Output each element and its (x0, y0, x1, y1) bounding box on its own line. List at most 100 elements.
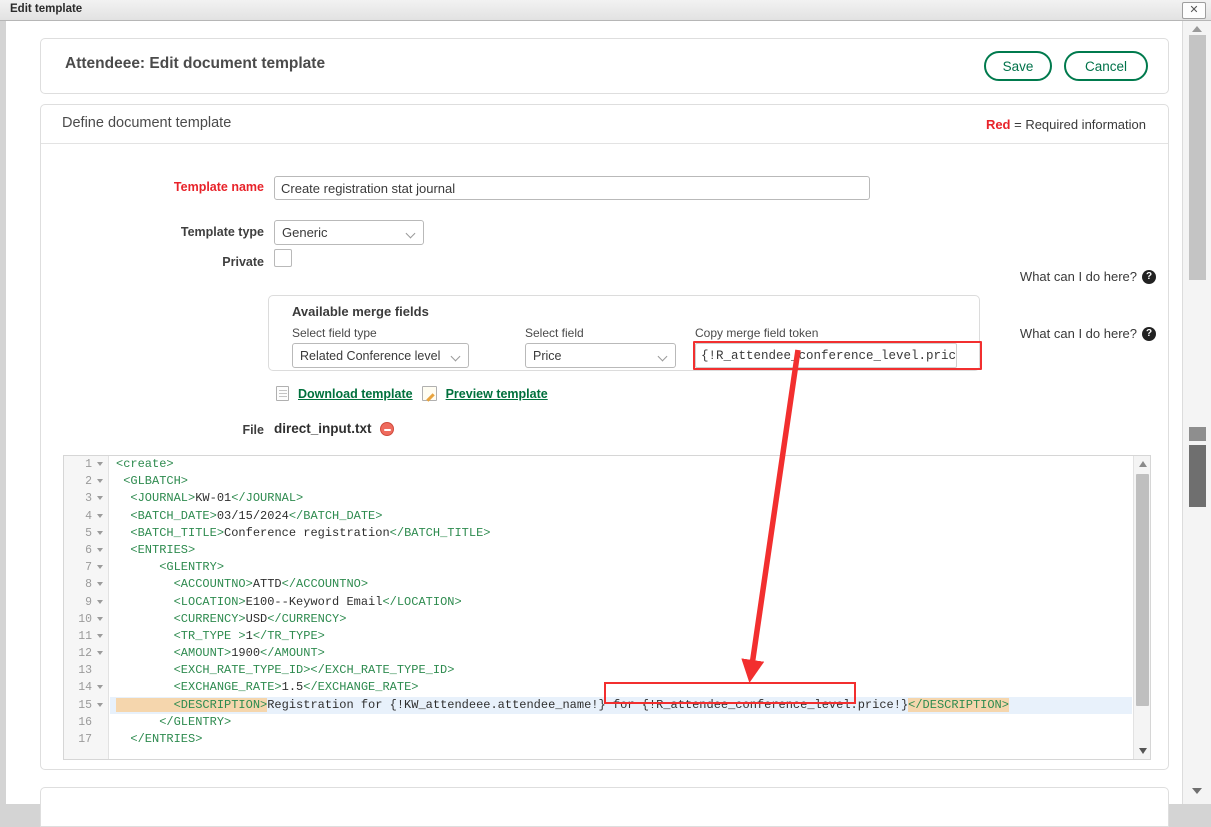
code-token: <GLENTRY> (116, 560, 225, 575)
editor-code-line[interactable]: <ACCOUNTNO>ATTD</ACCOUNTNO> (110, 576, 1132, 593)
fold-caret-icon[interactable] (97, 513, 103, 518)
field-type-value: Related Conference level (300, 348, 441, 363)
code-token: <BATCH_DATE> (116, 508, 217, 523)
code-token: <ACCOUNTNO> (116, 577, 253, 592)
editor-code-lines[interactable]: <create> <GLBATCH> <JOURNAL>KW-01</JOURN… (110, 456, 1132, 759)
help-link-merge[interactable]: What can I do here? ? (1020, 326, 1156, 341)
merge-field-token-input[interactable]: {!R_attendee_conference_level.price!} (695, 343, 957, 368)
fold-caret-icon[interactable] (97, 599, 103, 604)
editor-line-number: 10 (64, 611, 108, 628)
fold-caret-icon[interactable] (97, 685, 103, 690)
pencil-document-icon (421, 386, 437, 401)
page-scrollbar-thumb-inner-cap[interactable] (1189, 427, 1206, 441)
code-token: <EXCHANGE_RATE> (116, 680, 282, 695)
editor-code-line[interactable]: <BATCH_TITLE>Conference registration</BA… (110, 525, 1132, 542)
page-area: Attendeee: Edit document template Save C… (0, 21, 1211, 827)
file-label: File (242, 423, 264, 437)
fold-caret-icon[interactable] (97, 530, 103, 535)
editor-line-number: 4 (64, 508, 108, 525)
code-token: <EXCH_RATE_TYPE_ID></EXCH_RATE_TYPE_ID> (116, 663, 455, 678)
chevron-down-icon (405, 228, 416, 239)
template-code-editor[interactable]: 1 2 3 4 5 6 7 8 9 10 11 12 13 14 15 16 17 <create> <GLBA… (63, 455, 1151, 760)
editor-line-number: 17 (78, 733, 92, 746)
editor-line-number: 9 (64, 594, 108, 611)
preview-template-link[interactable]: Preview template (446, 387, 548, 401)
scroll-down-icon[interactable] (1138, 748, 1147, 754)
fold-caret-icon[interactable] (97, 702, 103, 707)
copy-merge-field-token-label: Copy merge field token (695, 326, 819, 340)
next-section-card (40, 787, 1169, 827)
define-template-card: Define document template Red = Required … (40, 104, 1169, 770)
editor-code-line[interactable]: <EXCH_RATE_TYPE_ID></EXCH_RATE_TYPE_ID> (110, 662, 1132, 679)
fold-caret-icon[interactable] (97, 651, 103, 656)
editor-code-line[interactable]: </ENTRIES> (110, 731, 1132, 748)
window-titlebar: Edit template ✕ (0, 0, 1211, 21)
select-field-type-dropdown[interactable]: Related Conference level (292, 343, 469, 368)
fold-caret-icon[interactable] (97, 633, 103, 638)
available-merge-fields-panel: Available merge fields Select field type… (268, 295, 982, 371)
editor-line-number: 2 (64, 473, 108, 490)
editor-scrollbar-thumb[interactable] (1136, 474, 1149, 706)
template-name-input[interactable] (274, 176, 870, 200)
editor-line-number: 1 (64, 456, 108, 473)
editor-line-number: 16 (78, 715, 92, 729)
file-name: direct_input.txt (274, 421, 372, 436)
page-scroll-up-icon[interactable] (1192, 26, 1202, 32)
editor-code-line[interactable]: <JOURNAL>KW-01</JOURNAL> (110, 490, 1132, 507)
code-token: Registration for {!KW_attendeee.attendee… (267, 697, 909, 712)
editor-line-number: 3 (64, 490, 108, 507)
fold-caret-icon[interactable] (97, 462, 103, 466)
page-scroll-down-icon[interactable] (1192, 788, 1202, 794)
required-info-note: Red = Required information (986, 117, 1146, 132)
select-field-dropdown[interactable]: Price (525, 343, 676, 368)
private-checkbox[interactable] (274, 249, 292, 267)
editor-code-line[interactable]: </GLENTRY> (110, 714, 1132, 731)
page-scrollbar-thumb-inner[interactable] (1189, 445, 1206, 507)
code-token: <LOCATION> (116, 594, 246, 609)
editor-code-line[interactable]: <GLBATCH> (110, 473, 1132, 490)
editor-code-line[interactable]: <DESCRIPTION>Registration for {!KW_atten… (110, 696, 1132, 714)
editor-line-number: 12 (64, 645, 108, 662)
editor-code-line[interactable]: <AMOUNT>1900</AMOUNT> (110, 645, 1132, 662)
editor-code-line[interactable]: <CURRENCY>USD</CURRENCY> (110, 611, 1132, 628)
editor-vertical-scrollbar[interactable] (1133, 456, 1150, 759)
editor-code-line[interactable]: <EXCHANGE_RATE>1.5</EXCHANGE_RATE> (110, 679, 1132, 696)
code-token: Conference registration (224, 525, 390, 540)
code-token: 1.5 (281, 680, 304, 695)
editor-code-line[interactable]: <ENTRIES> (110, 542, 1132, 559)
page-vertical-scrollbar[interactable] (1182, 21, 1211, 804)
section-header: Define document template Red = Required … (41, 105, 1168, 144)
fold-caret-icon[interactable] (97, 565, 103, 570)
editor-code-line[interactable]: <BATCH_DATE>03/15/2024</BATCH_DATE> (110, 508, 1132, 525)
code-token: 1900 (231, 646, 261, 661)
remove-file-icon[interactable] (380, 422, 394, 436)
code-token: </CURRENCY> (267, 611, 347, 626)
fold-caret-icon[interactable] (97, 547, 103, 552)
code-token: ATTD (252, 577, 282, 592)
merge-panel-title: Available merge fields (292, 304, 429, 319)
editor-line-number: 11 (64, 628, 108, 645)
template-type-select[interactable]: Generic (274, 220, 424, 245)
page-header-card: Attendeee: Edit document template Save C… (40, 38, 1169, 94)
scroll-up-icon[interactable] (1138, 461, 1147, 467)
template-name-label: Template name (173, 180, 264, 194)
editor-code-line[interactable]: <create> (110, 456, 1132, 473)
editor-code-line[interactable]: <TR_TYPE >1</TR_TYPE> (110, 628, 1132, 645)
required-red-word: Red (985, 117, 1011, 132)
code-token: <TR_TYPE > (116, 628, 246, 643)
template-action-links: Download template Preview template (276, 386, 548, 401)
save-button[interactable]: Save (984, 51, 1052, 81)
help-link-top[interactable]: What can I do here? ? (1020, 269, 1156, 284)
editor-code-line[interactable]: <LOCATION>E100--Keyword Email</LOCATION> (110, 594, 1132, 611)
fold-caret-icon[interactable] (97, 582, 103, 587)
close-icon[interactable]: ✕ (1182, 2, 1206, 19)
download-template-link[interactable]: Download template (298, 387, 413, 401)
cancel-button[interactable]: Cancel (1064, 51, 1148, 81)
fold-caret-icon[interactable] (97, 616, 103, 621)
editor-code-line[interactable]: <GLENTRY> (110, 559, 1132, 576)
code-token: <CURRENCY> (116, 611, 246, 626)
fold-caret-icon[interactable] (97, 496, 103, 501)
fold-caret-icon[interactable] (97, 479, 103, 484)
page-scrollbar-thumb-outer[interactable] (1189, 35, 1206, 280)
editor-line-number: 13 (78, 664, 92, 678)
